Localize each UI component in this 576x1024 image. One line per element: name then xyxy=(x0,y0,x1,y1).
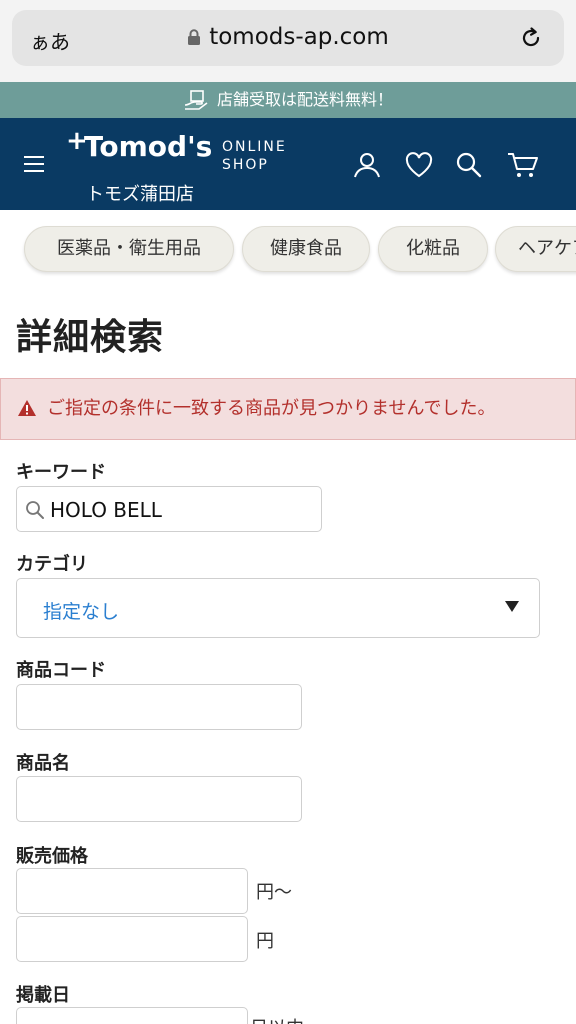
keyword-label: キーワード xyxy=(16,462,106,483)
price-max-input[interactable] xyxy=(16,916,248,962)
category-pill[interactable]: 化粧品 xyxy=(378,226,488,272)
category-pill[interactable]: 医薬品・衛生用品 xyxy=(24,226,234,272)
heart-icon[interactable] xyxy=(404,150,434,180)
price-max-suffix: 円 xyxy=(256,931,274,952)
error-alert: ご指定の条件に一致する商品が見つかりませんでした。 xyxy=(0,378,576,440)
price-min-input[interactable] xyxy=(16,868,248,914)
product-name-input[interactable] xyxy=(16,776,302,822)
page-title: 詳細検索 xyxy=(16,317,165,358)
price-label: 販売価格 xyxy=(16,846,88,867)
error-message: ご指定の条件に一致する商品が見つかりませんでした。 xyxy=(47,398,496,419)
user-icon[interactable] xyxy=(352,150,382,180)
url-display[interactable]: tomods-ap.com xyxy=(12,24,564,50)
address-bar[interactable]: ぁあ tomods-ap.com xyxy=(12,10,564,66)
search-icon xyxy=(26,501,44,519)
warning-icon xyxy=(18,400,36,416)
reload-icon[interactable] xyxy=(518,25,544,51)
lock-icon xyxy=(188,29,201,45)
category-nav: 医薬品・衛生用品 健康食品 化粧品 ヘアケア xyxy=(0,210,576,286)
promo-text: 店舗受取は配送料無料！ xyxy=(216,90,393,109)
price-min-suffix: 円〜 xyxy=(256,882,292,903)
cart-icon[interactable] xyxy=(506,150,540,180)
product-code-input[interactable] xyxy=(16,684,302,730)
logo[interactable]: + Tomod's ONLINE SHOP xyxy=(66,126,285,173)
site-header: + Tomod's ONLINE SHOP トモズ蒲田店 xyxy=(0,118,576,210)
logo-text: Tomod's xyxy=(84,130,213,163)
menu-icon[interactable] xyxy=(24,156,44,172)
posted-date-label: 掲載日 xyxy=(16,985,70,1006)
category-label: カテゴリ xyxy=(16,554,88,575)
product-code-label: 商品コード xyxy=(16,660,106,681)
search-icon[interactable] xyxy=(454,150,484,180)
store-name[interactable]: トモズ蒲田店 xyxy=(86,180,194,206)
category-pill[interactable]: 健康食品 xyxy=(242,226,370,272)
hand-package-icon xyxy=(184,90,208,110)
category-select[interactable]: 指定なし xyxy=(16,578,540,638)
chevron-down-icon xyxy=(505,601,519,612)
promo-banner[interactable]: 店舗受取は配送料無料！ xyxy=(0,82,576,118)
url-text: tomods-ap.com xyxy=(209,24,389,50)
browser-bar: ぁあ tomods-ap.com xyxy=(0,0,576,82)
product-name-label: 商品名 xyxy=(16,753,70,774)
keyword-value: HOLO BELL xyxy=(50,498,162,522)
category-selected-value: 指定なし xyxy=(43,601,120,623)
category-pill[interactable]: ヘアケア xyxy=(495,226,576,272)
logo-subtitle: ONLINE SHOP xyxy=(222,139,287,173)
posted-date-suffix: 日以内 xyxy=(250,1014,304,1024)
posted-date-input[interactable] xyxy=(16,1007,248,1024)
keyword-input[interactable]: HOLO BELL xyxy=(16,486,322,532)
